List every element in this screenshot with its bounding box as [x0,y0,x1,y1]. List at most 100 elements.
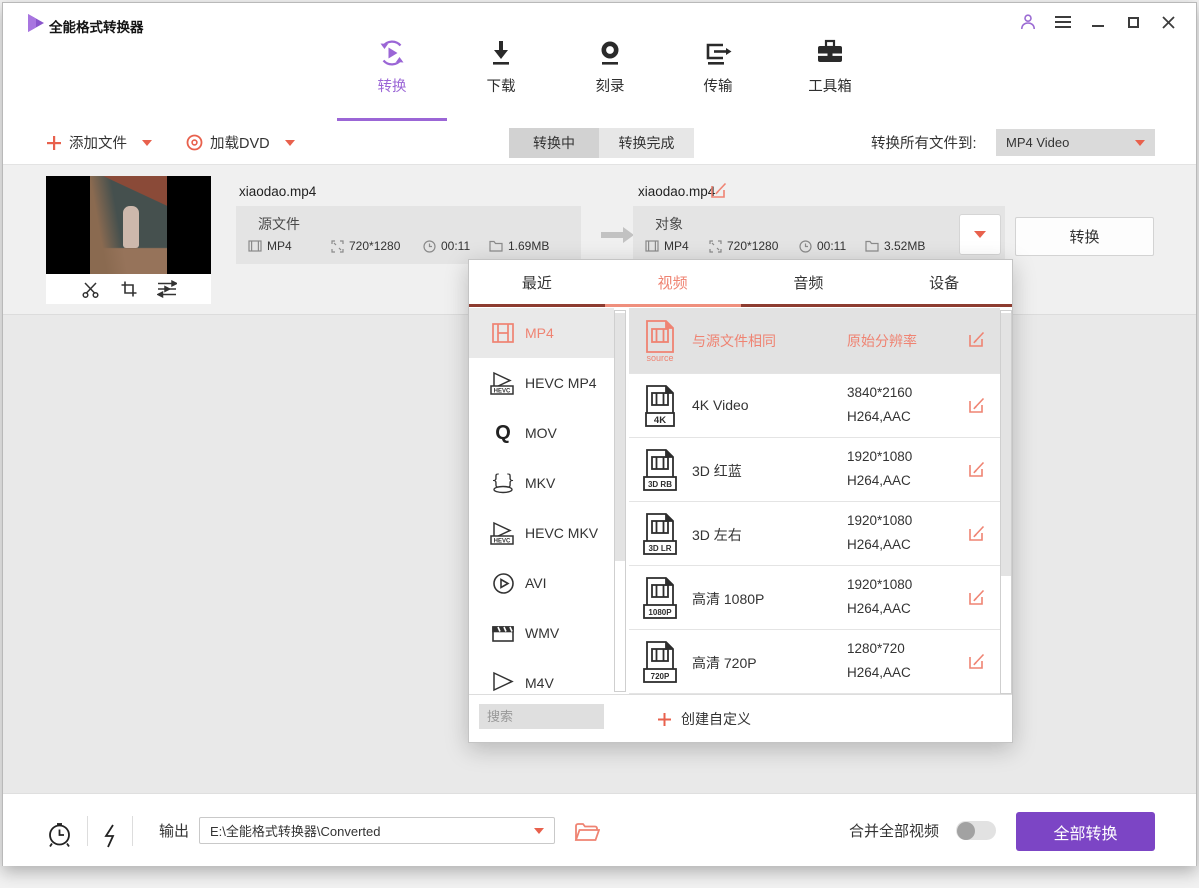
play-flag-icon [489,670,517,692]
format-icon [248,240,262,252]
format-item-mkv[interactable]: { } MKV [469,458,614,508]
size-icon [865,240,879,252]
preset-badge-icon: 3D LR [641,512,679,556]
format-item-wmv[interactable]: WMV [469,608,614,658]
source-badge-icon: source [641,318,679,364]
tab-converting[interactable]: 转换中 [509,128,599,158]
quicktime-icon: Q [489,420,517,446]
plus-icon [46,135,62,151]
preset-tab-recent[interactable]: 最近 [469,260,605,304]
video-thumbnail [46,176,211,274]
crop-icon[interactable] [119,279,139,299]
preset-panel-tabs: 最近 视频 音频 设备 [469,260,1012,304]
edit-preset-icon[interactable] [967,652,986,671]
create-custom-button[interactable]: 创建自定义 [657,695,751,743]
load-dvd-caret-icon [285,140,295,146]
format-item-hevc-mp4[interactable]: HEVC HEVC MP4 [469,358,614,408]
format-item-mp4[interactable]: MP4 [469,308,614,358]
convert-button[interactable]: 转换 [1015,217,1154,256]
preset-tab-device[interactable]: 设备 [876,260,1012,304]
dropdown-caret-icon [1135,140,1145,146]
toolbar: 添加文件 加载DVD 转换中 转换完成 转换所有文件到: MP4 Video [3,121,1196,165]
format-item-mov[interactable]: Q MOV [469,408,614,458]
edit-preset-icon[interactable] [967,524,986,543]
filmstrip-icon [489,320,517,346]
maximize-button[interactable] [1123,12,1143,32]
edit-preset-icon[interactable] [967,588,986,607]
duration-icon [423,240,436,253]
dvd-icon [186,134,203,151]
preset-item-source[interactable]: source 与源文件相同 原始分辨率 [629,308,1000,374]
preset-tab-video[interactable]: 视频 [605,260,741,304]
preset-dropdown-button[interactable] [959,214,1001,255]
svg-text:HEVC: HEVC [494,388,511,394]
convert-all-to-dropdown[interactable]: MP4 Video [996,129,1155,156]
effects-icon[interactable] [157,279,177,299]
thumbnail-subject [123,206,139,248]
preset-list: source 与源文件相同 原始分辨率 4K [629,308,1000,694]
resolution-icon [709,240,722,253]
format-item-hevc-mkv[interactable]: HEVC HEVC MKV [469,508,614,558]
add-file-button[interactable]: 添加文件 [46,121,152,164]
rename-icon[interactable] [709,181,728,200]
play-circle-icon [489,570,517,596]
hevc-flag-icon: HEVC [489,370,517,396]
preset-item-720p[interactable]: 720P 高清 720P 1280*720 H264,AAC [629,630,1000,694]
video-thumbnail-card [46,176,211,304]
performance-icon[interactable] [96,822,124,850]
edit-preset-icon[interactable] [967,460,986,479]
svg-text:4K: 4K [654,415,666,426]
add-file-caret-icon [142,140,152,146]
hevc-flag-icon: HEVC [489,520,517,546]
format-item-avi[interactable]: AVI [469,558,614,608]
format-item-m4v[interactable]: M4V [469,658,614,692]
app-logo-icon [27,14,44,32]
output-path-dropdown[interactable]: E:\全能格式转换器\Converted [199,817,555,844]
preset-panel: 最近 视频 音频 设备 MP4 [468,259,1013,743]
format-list: MP4 HEVC HEVC MP4 Q [469,308,614,692]
load-dvd-button[interactable]: 加载DVD [186,121,295,164]
resolution-icon [331,240,344,253]
tab-toolbox[interactable]: 工具箱 [785,35,875,109]
tab-finished[interactable]: 转换完成 [599,128,694,158]
format-icon [645,240,659,252]
open-folder-icon[interactable] [573,819,601,847]
merge-videos-label: 合并全部视频 [849,794,939,867]
preset-tab-audio[interactable]: 音频 [741,260,877,304]
preset-tabs-underline [469,304,1012,307]
svg-text:3D RB: 3D RB [648,480,672,489]
menu-icon[interactable] [1053,12,1073,32]
tab-convert[interactable]: 转换 [347,35,437,109]
preset-item-4k[interactable]: 4K 4K Video 3840*2160 H264,AAC [629,374,1000,438]
close-button[interactable] [1158,12,1178,32]
target-info-box: 对象 MP4 720*1280 [633,206,1005,264]
svg-text:source: source [646,353,673,363]
edit-preset-icon[interactable] [967,330,986,349]
duration-icon [799,240,812,253]
convert-all-button[interactable]: 全部转换 [1016,812,1155,851]
preset-list-scrollbar[interactable] [1000,310,1012,694]
arrow-right-icon [601,225,635,245]
tab-download[interactable]: 下载 [456,35,546,109]
dropdown-caret-icon [974,231,986,238]
merge-videos-toggle[interactable] [956,821,996,840]
minimize-button[interactable] [1088,12,1108,32]
thumbnail-toolbar [46,274,211,304]
account-icon[interactable] [1018,12,1038,32]
schedule-icon[interactable] [45,821,73,849]
preset-item-3d-lr[interactable]: 3D LR 3D 左右 1920*1080 H264,AAC [629,502,1000,566]
search-input[interactable] [479,704,604,729]
output-label: 输出 [159,794,189,867]
preset-badge-icon: 720P [641,640,679,684]
edit-preset-icon[interactable] [967,396,986,415]
clapperboard-icon [489,620,517,646]
burn-icon [565,35,655,69]
format-list-scrollbar[interactable] [614,310,626,692]
svg-text:3D LR: 3D LR [648,544,671,553]
tab-transfer[interactable]: 传输 [673,35,763,109]
trim-icon[interactable] [81,279,101,299]
tab-burn[interactable]: 刻录 [565,35,655,109]
preset-item-1080p[interactable]: 1080P 高清 1080P 1920*1080 H264,AAC [629,566,1000,630]
file-list-area: xiaodao.mp4 源文件 MP4 72 [3,165,1196,795]
preset-item-3d-rb[interactable]: 3D RB 3D 红蓝 1920*1080 H264,AAC [629,438,1000,502]
